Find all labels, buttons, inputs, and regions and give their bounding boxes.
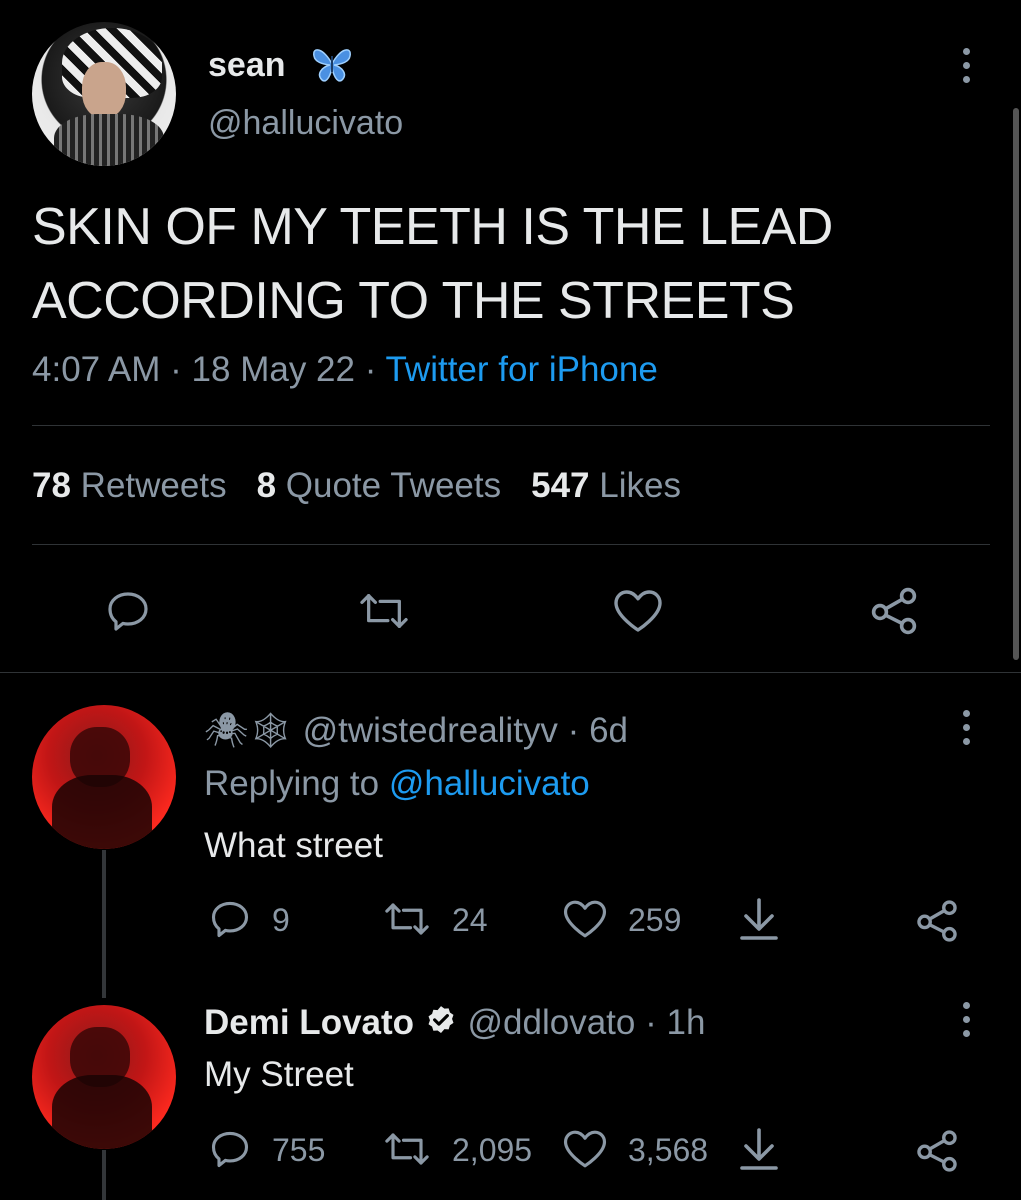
author-display-name[interactable]: sean [208,46,286,85]
tweet-meta: 4:07 AM · 18 May 22 · Twitter for iPhone [32,350,658,390]
reply-handle[interactable]: @twistedrealityv [303,711,558,750]
divider [32,425,990,426]
quote-tweets-stat[interactable]: 8 Quote Tweets [257,466,502,505]
verified-badge-icon [424,1004,458,1047]
like-icon[interactable] [562,1128,608,1170]
reply-text: My Street [204,1055,354,1094]
reply-count: 755 [272,1132,326,1168]
meta-separator: · [170,350,182,389]
reply-avatar[interactable] [32,1005,176,1149]
more-icon[interactable] [961,48,971,90]
author-avatar[interactable] [32,22,176,166]
retweet-icon[interactable] [356,588,412,634]
reply-icon[interactable] [104,587,152,635]
author-handle[interactable]: @hallucivato [208,104,403,143]
likes-stat[interactable]: 547 Likes [531,466,681,505]
more-icon[interactable] [961,1002,971,1044]
reply-age: 1h [666,1003,706,1042]
retweet-count: 2,095 [452,1132,533,1168]
reply-handle[interactable]: @ddlovato [468,1003,636,1042]
tweet-time: 4:07 AM [32,350,161,389]
download-icon[interactable] [738,1126,780,1172]
thread-line [102,1150,106,1200]
reply-header: Demi Lovato @ddlovato · 1h [204,1003,705,1047]
retweet-count: 24 [452,902,488,938]
reply-avatar[interactable] [32,705,176,849]
reply-header: 🕷🕸 @twistedrealityv · 6d [204,711,628,750]
replying-to: Replying to @hallucivato [204,764,590,803]
meta-separator: · [364,350,377,389]
reply-text: What street [204,826,383,865]
thread-line [102,850,106,998]
reply-icon[interactable] [208,1127,252,1171]
like-count: 259 [628,902,682,938]
replying-to-link[interactable]: @hallucivato [389,764,590,803]
divider [0,672,1021,673]
tweet-source-link[interactable]: Twitter for iPhone [385,350,657,389]
retweet-icon[interactable] [382,1128,432,1170]
download-icon[interactable] [738,896,780,942]
user-emoji-name[interactable]: 🕷🕸 [204,711,293,750]
reply-age: 6d [589,711,628,750]
reply-count: 9 [272,902,290,938]
butterfly-icon [310,44,354,84]
retweets-stat[interactable]: 78 Retweets [32,466,227,505]
reply-display-name[interactable]: Demi Lovato [204,1003,414,1042]
like-icon[interactable] [562,898,608,940]
tweet-text: SKIN OF MY TEETH IS THE LEAD ACCORDING T… [32,198,833,330]
share-icon[interactable] [914,898,960,944]
like-count: 3,568 [628,1132,709,1168]
tweet-stats: 78 Retweets 8 Quote Tweets 547 Likes [32,466,681,506]
more-icon[interactable] [961,710,971,752]
share-icon[interactable] [914,1128,960,1174]
reply-icon[interactable] [208,897,252,941]
retweet-icon[interactable] [382,898,432,940]
share-icon[interactable] [868,586,920,636]
tweet-date: 18 May 22 [191,350,355,389]
like-icon[interactable] [612,588,664,634]
scrollbar[interactable] [1013,108,1019,660]
divider [32,544,990,545]
